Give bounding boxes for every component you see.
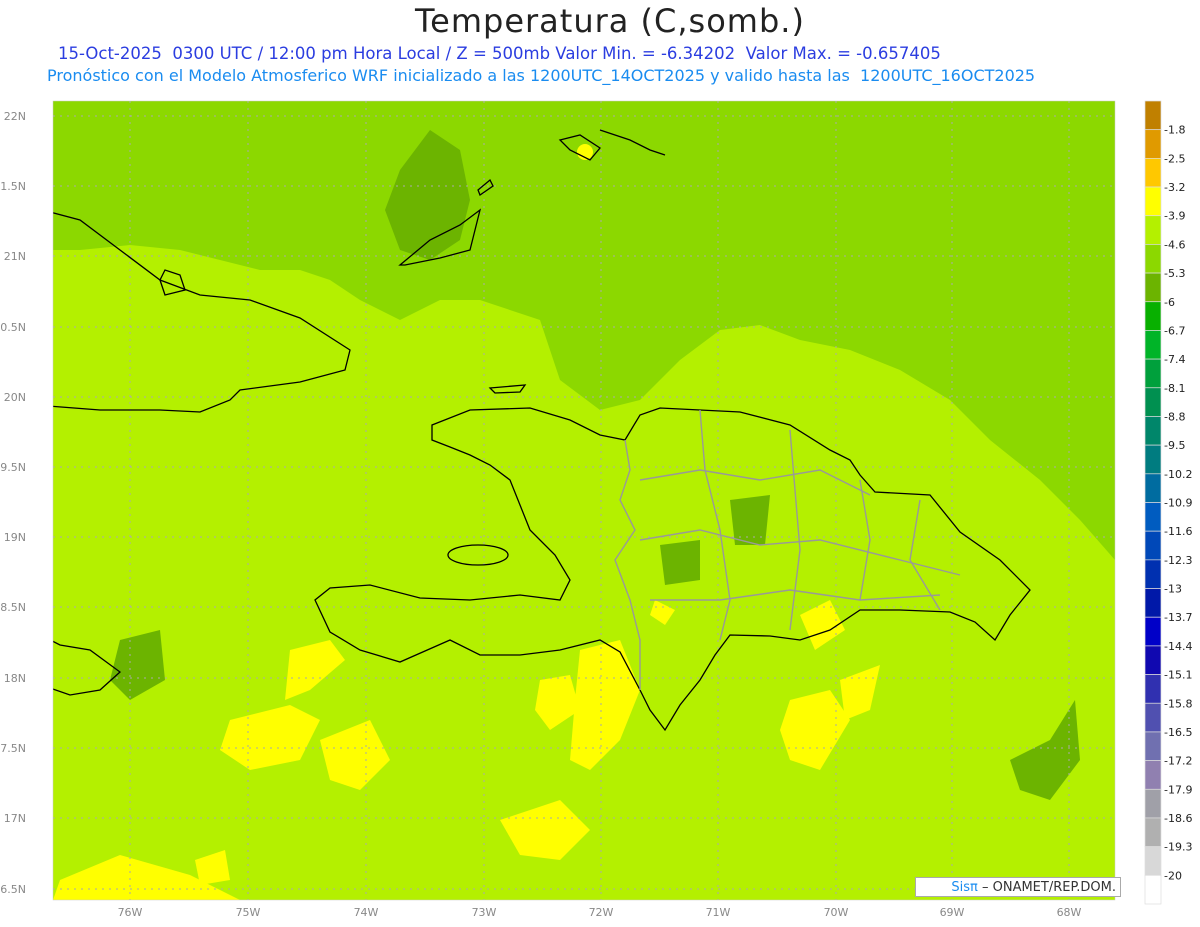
colorbar-swatch (1144, 760, 1162, 790)
colorbar-swatch (1144, 301, 1162, 331)
colorbar-label: -5.3 (1164, 267, 1185, 280)
colorbar-label: -17.2 (1164, 755, 1192, 768)
colorbar-label: -11.6 (1164, 525, 1192, 538)
lon-label: 71W (706, 906, 731, 919)
longitude-labels: 76W 75W 74W 73W 72W 71W 70W 69W 68W (118, 906, 1082, 919)
temperature-map: 76W 75W 74W 73W 72W 71W 70W 69W 68W 22N … (0, 100, 1192, 919)
lat-label: 6.5N (0, 883, 26, 896)
lon-label: 73W (472, 906, 497, 919)
colorbar-swatch (1144, 387, 1162, 417)
colorbar-swatch (1144, 588, 1162, 618)
colorbar-label: -18.6 (1164, 812, 1192, 825)
colorbar-label: -13 (1164, 583, 1182, 596)
colorbar-swatch (1144, 559, 1162, 589)
colorbar-swatch (1144, 530, 1162, 561)
latitude-labels: 22N 1.5N 21N 0.5N 20N 9.5N 19N 8.5N 18N … (0, 110, 26, 896)
colorbar-swatch (1144, 502, 1162, 532)
lon-label: 72W (589, 906, 614, 919)
colorbar-swatch (1144, 416, 1162, 446)
colorbar-swatch (1144, 330, 1162, 360)
colorbar-label: -20 (1164, 869, 1182, 882)
colorbar-label: -17.9 (1164, 783, 1192, 796)
colorbar-label: -13.7 (1164, 611, 1192, 624)
colorbar-label: -15.1 (1164, 669, 1192, 682)
colorbar-swatch (1144, 444, 1162, 475)
colorbar-swatch (1144, 272, 1162, 303)
lat-label: 1.5N (0, 180, 26, 193)
lon-label: 68W (1057, 906, 1082, 919)
lat-label: 18N (4, 672, 26, 685)
lat-label: 0.5N (0, 321, 26, 334)
colorbar-swatch (1144, 129, 1162, 159)
colorbar-swatch (1144, 874, 1162, 905)
shaded-field (53, 101, 1115, 900)
colorbar-label: -19.3 (1164, 841, 1192, 854)
colorbar-label: -3.2 (1164, 181, 1185, 194)
colorbar-label: -12.3 (1164, 554, 1192, 567)
colorbar-label: -8.8 (1164, 410, 1185, 423)
colorbar-swatch (1144, 788, 1162, 819)
colorbar-label: -8.1 (1164, 382, 1185, 395)
lon-label: 69W (940, 906, 965, 919)
colorbar-swatch (1144, 100, 1162, 131)
colorbar-swatch (1144, 473, 1162, 503)
colorbar-swatch (1144, 674, 1162, 704)
lat-label: 22N (4, 110, 26, 123)
lat-label: 20N (4, 391, 26, 404)
lon-label: 76W (118, 906, 143, 919)
colorbar-swatch (1144, 186, 1162, 217)
colorbar-label: -1.8 (1164, 124, 1185, 137)
colorbar-swatch (1144, 244, 1162, 274)
colorbar: -1.8 -2.5 -3.2 -3.9 -4.6 -5.3 -6 -6.7 -7.4 -8.1 -8… (1144, 100, 1192, 905)
lat-label: 9.5N (0, 461, 26, 474)
colorbar-swatch (1144, 846, 1162, 876)
colorbar-label: -14.4 (1164, 640, 1192, 653)
lat-label: 8.5N (0, 601, 26, 614)
sispi-logo-text: Sisπ (951, 880, 978, 895)
colorbar-swatch (1144, 158, 1162, 188)
colorbar-label: -10.9 (1164, 497, 1192, 510)
colorbar-label: -7.4 (1164, 353, 1185, 366)
onamet-logo: Sisπ – ONAMET/REP.DOM. (915, 877, 1121, 897)
colorbar-swatch (1144, 731, 1162, 761)
colorbar-label: -10.2 (1164, 468, 1192, 481)
colorbar-swatch (1144, 645, 1162, 675)
colorbar-label: -15.8 (1164, 697, 1192, 710)
logo-caption: – ONAMET/REP.DOM. (977, 880, 1116, 895)
colorbar-swatch (1144, 358, 1162, 389)
colorbar-label: -3.9 (1164, 210, 1185, 223)
colorbar-label: -2.5 (1164, 152, 1185, 165)
lat-label: 7.5N (0, 742, 26, 755)
colorbar-swatch (1144, 215, 1162, 245)
colorbar-label: -6.7 (1164, 324, 1185, 337)
lat-label: 21N (4, 250, 26, 263)
colorbar-label: -4.6 (1164, 238, 1185, 251)
lon-label: 70W (824, 906, 849, 919)
colorbar-label: -9.5 (1164, 439, 1185, 452)
colorbar-label: -16.5 (1164, 726, 1192, 739)
lon-label: 74W (354, 906, 379, 919)
lon-label: 75W (236, 906, 261, 919)
colorbar-swatch (1144, 817, 1162, 847)
colorbar-swatch (1144, 616, 1162, 647)
colorbar-swatch (1144, 702, 1162, 733)
colorbar-label: -6 (1164, 296, 1175, 309)
lat-label: 17N (4, 812, 26, 825)
lat-label: 19N (4, 531, 26, 544)
